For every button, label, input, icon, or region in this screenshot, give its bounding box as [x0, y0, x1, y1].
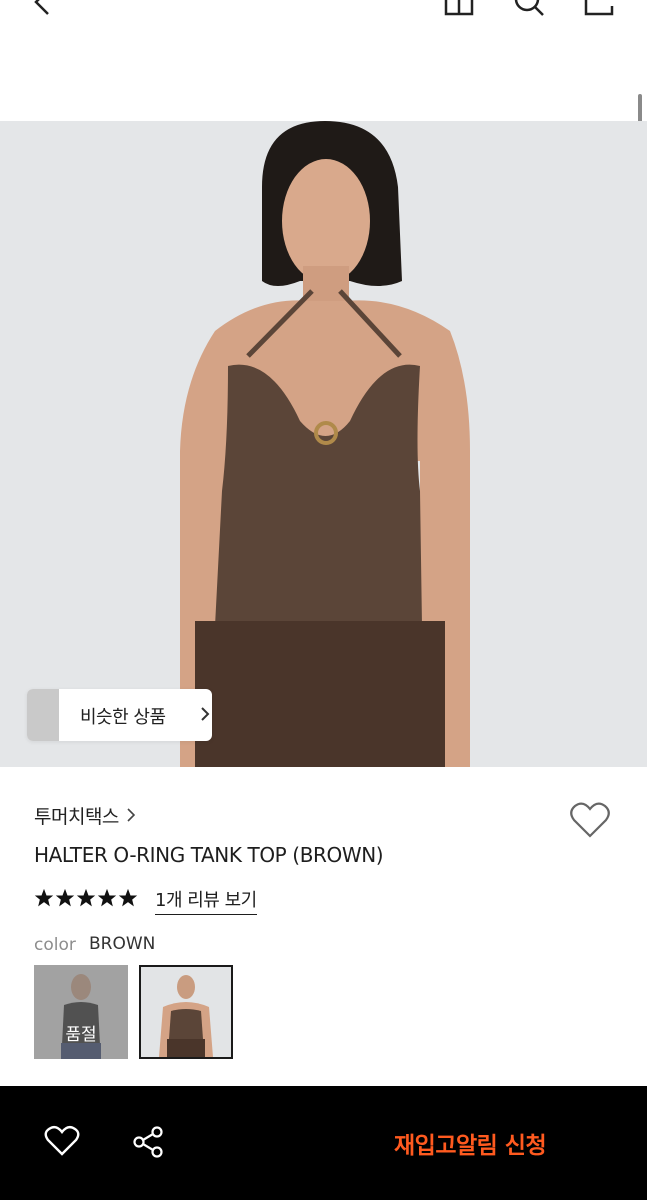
- star-icon: [76, 888, 96, 907]
- top-bar: [0, 0, 647, 121]
- similar-products-label: 비슷한 상품: [80, 707, 166, 728]
- restock-alert-button[interactable]: 재입고알림 신청: [394, 1126, 547, 1160]
- bottom-action-bar: 재입고알림 신청: [0, 1086, 647, 1200]
- swatch-image-brown: [141, 967, 231, 1057]
- share-icon[interactable]: [130, 1124, 166, 1160]
- star-icon: [118, 888, 138, 907]
- model-photo: [0, 121, 647, 767]
- review-link[interactable]: 1개 리뷰 보기: [155, 886, 257, 915]
- similar-product-thumbnail: [27, 689, 59, 741]
- brand-name: 투머치택스: [34, 806, 119, 828]
- color-value: BROWN: [89, 934, 156, 954]
- color-swatch-black[interactable]: 품절: [34, 965, 128, 1059]
- star-icon: [55, 888, 75, 907]
- product-title: HALTER O-RING TANK TOP (BROWN): [34, 843, 384, 867]
- store-icon[interactable]: [442, 0, 476, 20]
- rating-stars: [34, 888, 138, 908]
- brand-link[interactable]: 투머치택스: [34, 802, 135, 829]
- color-swatch-brown[interactable]: [139, 965, 233, 1059]
- star-icon: [34, 888, 54, 907]
- sold-out-label: 품절: [34, 965, 128, 1059]
- product-hero-image[interactable]: [0, 121, 647, 767]
- search-icon[interactable]: [512, 0, 546, 20]
- similar-products-button[interactable]: 비슷한 상품: [27, 689, 212, 741]
- chevron-right-icon: [201, 707, 210, 721]
- chevron-right-icon: [127, 808, 135, 822]
- wishlist-heart-icon[interactable]: [569, 800, 611, 840]
- star-icon: [97, 888, 117, 907]
- back-chevron-icon[interactable]: [28, 0, 58, 18]
- share-box-icon[interactable]: [582, 0, 616, 20]
- heart-outline-icon[interactable]: [44, 1124, 80, 1158]
- color-label: color: [34, 935, 76, 955]
